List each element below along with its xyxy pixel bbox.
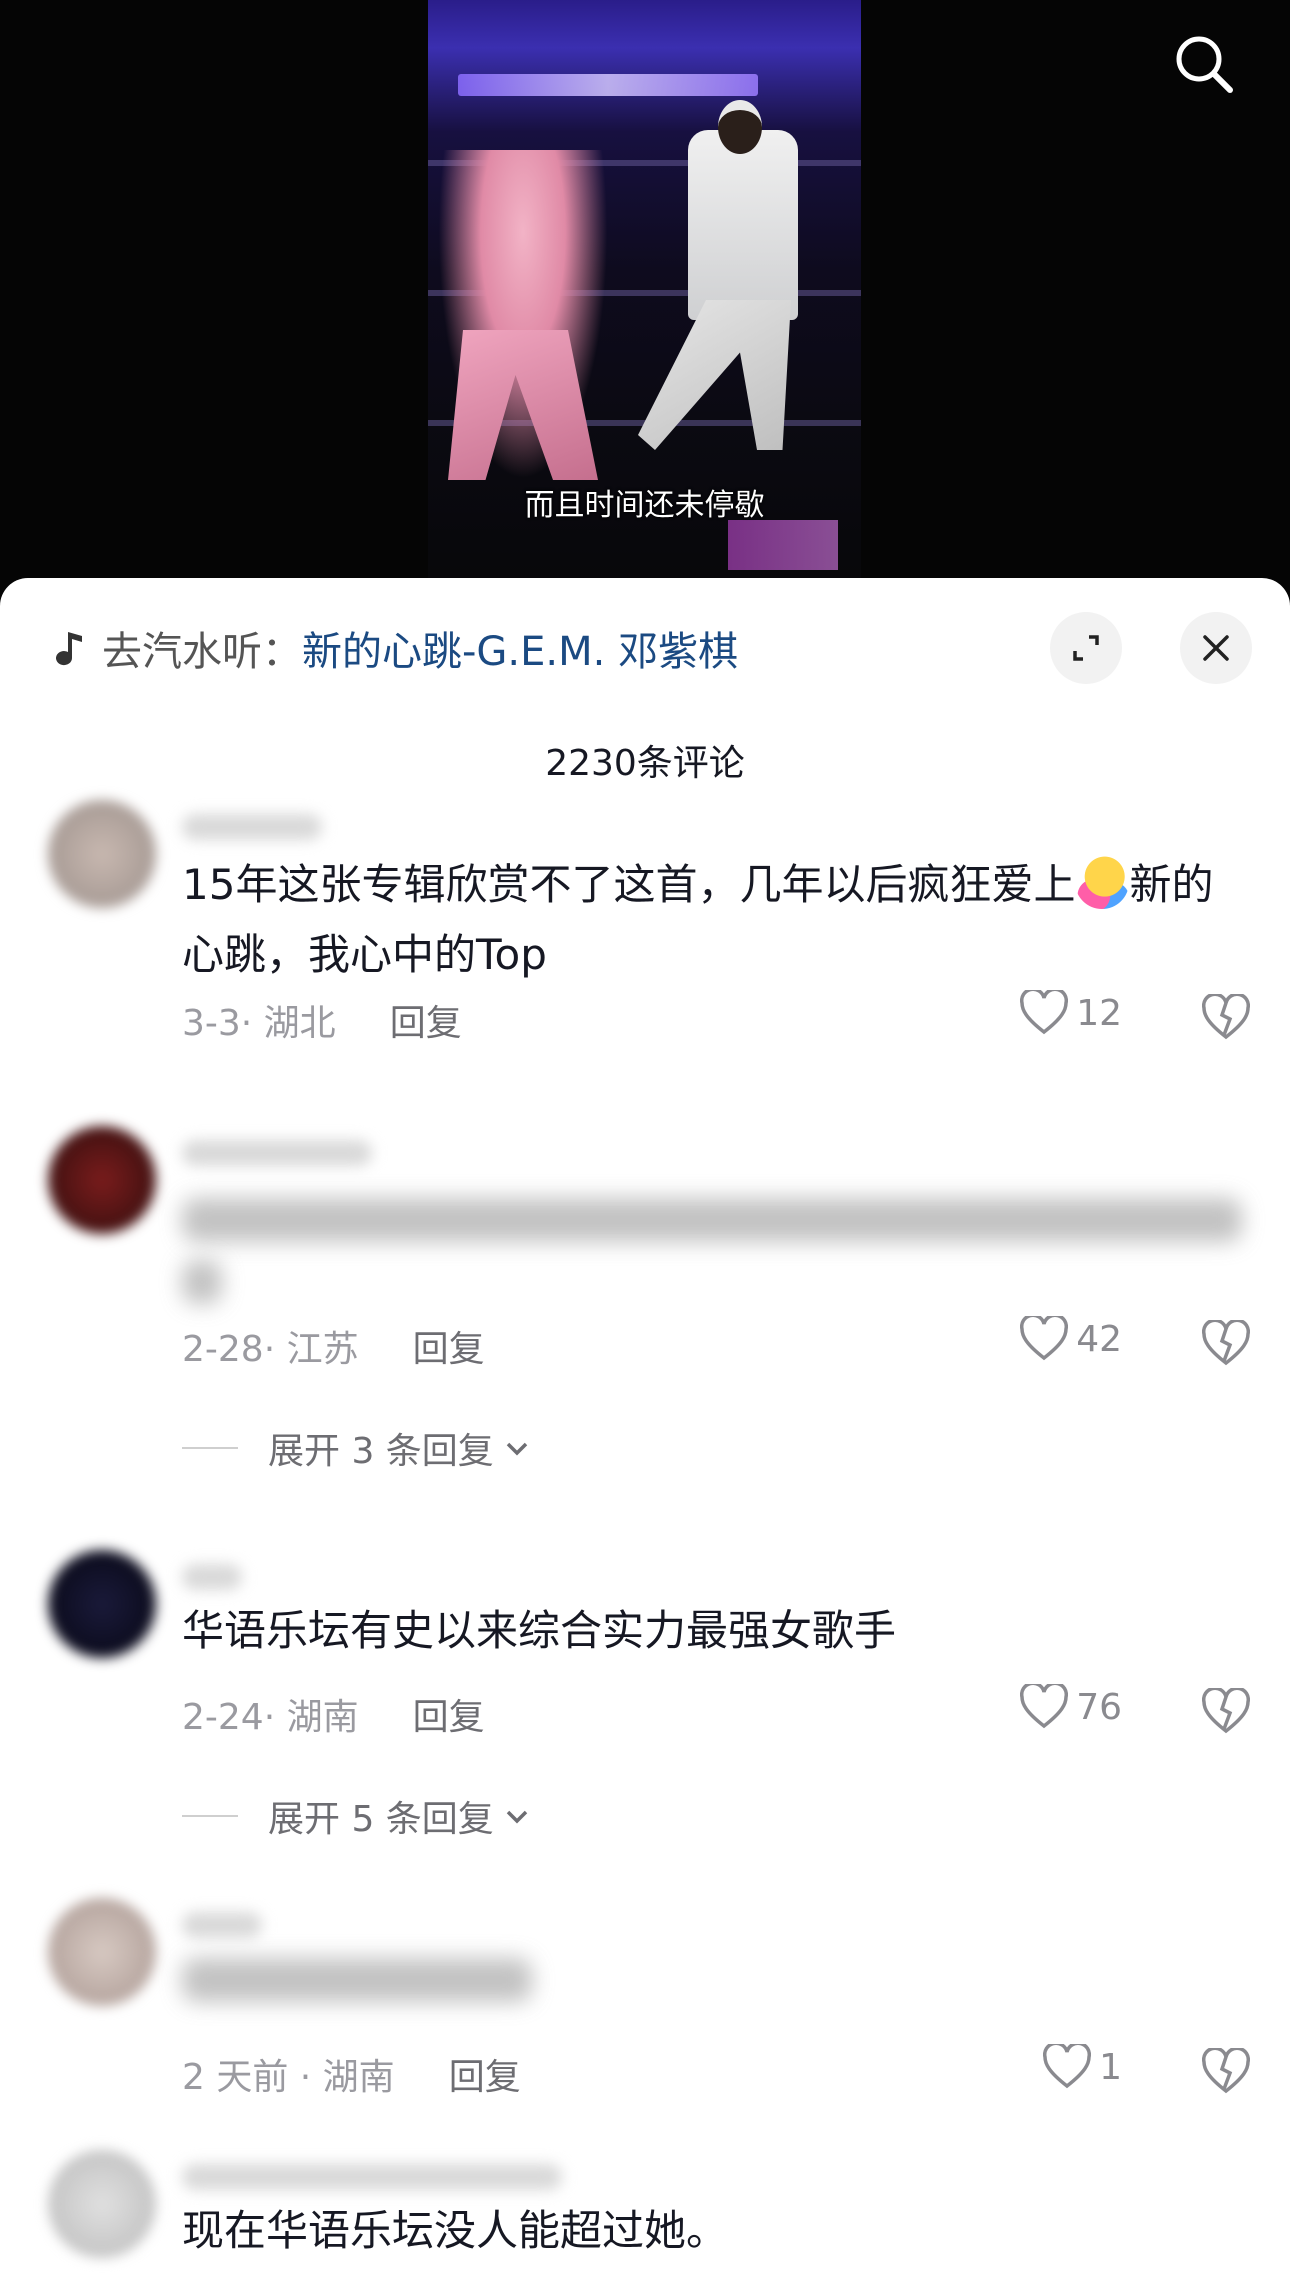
heart-icon <box>1020 1684 1069 1729</box>
comment-text: 15年这张专辑欣赏不了这首，几年以后疯狂爱上 新的心跳，我心中的Top <box>182 850 1242 990</box>
reply-button[interactable]: 回复 <box>413 1688 485 1740</box>
comment-text-blurred <box>182 1260 222 1304</box>
username-blurred[interactable] <box>182 2164 562 2190</box>
close-button[interactable] <box>1180 612 1252 684</box>
expand-replies-button[interactable]: 展开 5 条回复 <box>182 1790 534 1842</box>
like-count: 1 <box>1099 2046 1122 2088</box>
comment-item: 华语乐坛有史以来综合实力最强女歌手 2-24· 湖南 回复 76 展开 5 条回… <box>0 1550 1290 1910</box>
video-subtitle: 而且时间还未停歇 <box>524 488 765 523</box>
heart-icon <box>1020 990 1069 1035</box>
avatar[interactable] <box>48 800 156 908</box>
comment-item: 15年这张专辑欣赏不了这首，几年以后疯狂爱上 新的心跳，我心中的Top 3-3· … <box>0 800 1290 1130</box>
comment-text-part1: 15年这张专辑欣赏不了这首，几年以后疯狂爱上 <box>182 860 1076 909</box>
comment-text: 华语乐坛有史以来综合实力最强女歌手 <box>182 1606 897 1655</box>
reply-button[interactable]: 回复 <box>390 994 462 1046</box>
username-blurred[interactable] <box>182 814 322 840</box>
username-blurred[interactable] <box>182 1140 372 1166</box>
reply-button[interactable]: 回复 <box>413 1320 485 1372</box>
comment-meta: 3-3· 湖北 回复 <box>182 994 462 1046</box>
performer-guitarist <box>628 100 828 460</box>
comment-date-location: 2 天前 · 湖南 <box>182 2057 395 2098</box>
chevron-down-icon <box>506 1442 528 1456</box>
comment-count: 2230条评论 <box>545 743 745 784</box>
comment-date-location: 2-28· 江苏 <box>182 1329 359 1370</box>
close-icon <box>1203 635 1229 661</box>
hug-emoji-icon <box>1075 855 1130 909</box>
expand-replies-button[interactable]: 展开 3 条回复 <box>182 1422 534 1474</box>
dislike-icon[interactable] <box>1202 994 1250 1042</box>
reply-button[interactable]: 回复 <box>449 2048 521 2100</box>
like-button[interactable]: 76 <box>1020 1684 1122 1730</box>
like-count: 76 <box>1076 1686 1122 1728</box>
like-button[interactable]: 1 <box>1043 2044 1122 2090</box>
expand-button[interactable] <box>1050 612 1122 684</box>
video-frame[interactable]: 而且时间还未停歇 <box>428 0 861 600</box>
username-blurred[interactable] <box>182 1564 242 1590</box>
dislike-icon[interactable] <box>1202 1688 1250 1736</box>
comment-meta: 2-28· 江苏 回复 <box>182 1320 485 1372</box>
avatar[interactable] <box>48 2150 156 2258</box>
divider <box>182 1815 238 1817</box>
chevron-down-icon <box>506 1810 528 1824</box>
dislike-icon[interactable] <box>1202 2048 1250 2096</box>
comment-date-location: 2-24· 湖南 <box>182 1697 359 1738</box>
like-button[interactable]: 12 <box>1020 990 1122 1036</box>
heart-icon <box>1043 2044 1092 2089</box>
comment-item: 现在华语乐坛没人能超过她。 <box>0 2150 1290 2282</box>
comment-text-blurred <box>182 1958 532 2002</box>
comment-item: 2-28· 江苏 回复 42 展开 3 条回复 <box>0 1126 1290 1486</box>
avatar[interactable] <box>48 1898 156 2006</box>
expand-icon <box>1073 635 1099 661</box>
comment-item: 2 天前 · 湖南 回复 1 <box>0 1898 1290 2148</box>
music-title[interactable]: 新的心跳-G.E.M. 邓紫棋 <box>302 619 738 677</box>
music-link[interactable]: 去汽水听： 新的心跳-G.E.M. 邓紫棋 <box>52 618 738 678</box>
dislike-icon[interactable] <box>1202 1320 1250 1368</box>
music-note-icon <box>56 632 82 666</box>
performer-singer <box>438 150 608 480</box>
comment-text-blurred <box>182 1198 1242 1242</box>
expand-replies-label: 展开 5 条回复 <box>268 1799 494 1840</box>
comment-meta: 2-24· 湖南 回复 <box>182 1688 485 1740</box>
search-icon[interactable] <box>1172 32 1236 96</box>
music-prefix: 去汽水听： <box>102 629 302 675</box>
username-blurred[interactable] <box>182 1912 262 1938</box>
like-count: 12 <box>1076 992 1122 1034</box>
video-player[interactable]: 而且时间还未停歇 <box>0 0 1290 600</box>
avatar[interactable] <box>48 1126 156 1234</box>
like-count: 42 <box>1076 1318 1122 1360</box>
stage-light <box>458 74 758 96</box>
stage-light <box>728 520 838 570</box>
expand-replies-label: 展开 3 条回复 <box>268 1431 494 1472</box>
divider <box>182 1447 238 1449</box>
comments-panel: 去汽水听： 新的心跳-G.E.M. 邓紫棋 2230条评论 15年这张专辑欣赏不… <box>0 578 1290 2282</box>
comment-meta: 2 天前 · 湖南 回复 <box>182 2048 521 2100</box>
like-button[interactable]: 42 <box>1020 1316 1122 1362</box>
heart-icon <box>1020 1316 1069 1361</box>
avatar[interactable] <box>48 1550 156 1658</box>
comment-text: 现在华语乐坛没人能超过她。 <box>182 2206 729 2255</box>
comment-date-location: 3-3· 湖北 <box>182 1003 336 1044</box>
